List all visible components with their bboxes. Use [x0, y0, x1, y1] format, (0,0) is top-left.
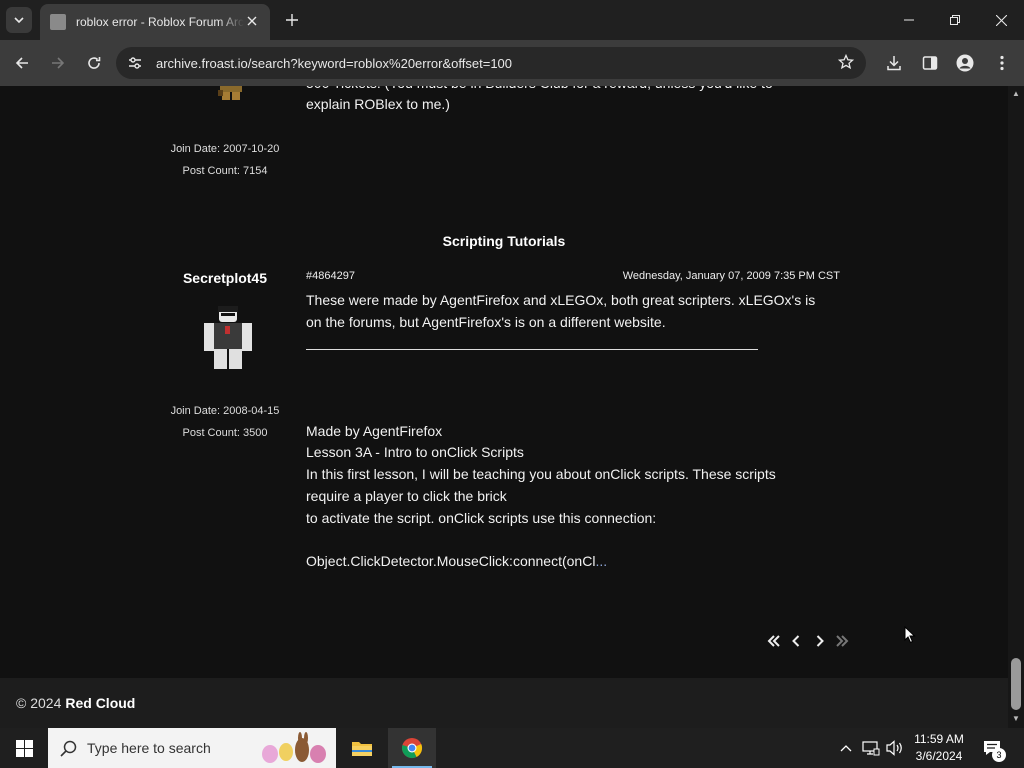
post-username[interactable]: Secretplot45	[160, 270, 290, 286]
read-more-ellipsis[interactable]: ...	[595, 553, 607, 569]
show-hidden-icons-button[interactable]	[836, 728, 856, 768]
restore-button[interactable]	[932, 6, 978, 34]
search-placeholder: Type here to search	[87, 740, 211, 756]
scrollbar-thumb[interactable]	[1011, 658, 1021, 710]
chevron-left-icon	[792, 635, 800, 647]
network-button[interactable]	[860, 728, 882, 768]
chrome-taskbar-button[interactable]	[388, 728, 436, 768]
post-join-date: Join Date: 2008-04-15	[170, 405, 280, 417]
post-body-line: to activate the script. onClick scripts …	[306, 510, 657, 526]
mouse-cursor-icon	[904, 626, 916, 644]
plus-icon	[286, 14, 298, 26]
page-viewport: 500 Tickets. (You must be in Builders Cl…	[0, 86, 1008, 728]
double-chevron-right-icon	[836, 635, 849, 647]
file-explorer-taskbar-button[interactable]	[338, 728, 386, 768]
bookmark-star-button[interactable]	[837, 53, 855, 75]
post-body-last-line: Object.ClickDetector.MouseClick:connect(…	[306, 550, 836, 572]
download-icon	[887, 56, 901, 71]
page-favicon-icon	[50, 14, 66, 30]
taskbar-search-box[interactable]: Type here to search	[48, 728, 336, 768]
chevron-up-icon	[840, 745, 852, 752]
previous-post-text-line2: explain ROBlex to me.)	[306, 96, 450, 112]
post-body-line: Made by AgentFirefox	[306, 423, 443, 439]
minimize-button[interactable]	[886, 6, 932, 34]
user-avatar-previous	[218, 86, 242, 100]
start-button[interactable]	[0, 728, 48, 768]
chrome-icon	[402, 738, 423, 759]
windows-taskbar: Type here to search 11:59 AM 3/6/2024 3	[0, 728, 1024, 768]
close-window-button[interactable]	[978, 6, 1024, 34]
tab-close-button[interactable]	[244, 13, 260, 31]
downloads-button[interactable]	[883, 52, 905, 74]
clock-date: 3/6/2024	[915, 749, 963, 763]
tab-title: roblox error - Roblox Forum Archive	[76, 15, 244, 29]
side-panel-button[interactable]	[919, 52, 941, 74]
post-body-truncated-text: Object.ClickDetector.MouseClick:connect(…	[306, 553, 596, 569]
side-panel-icon	[922, 56, 938, 70]
tab-search-button[interactable]	[6, 7, 32, 33]
forum-page: 500 Tickets. (You must be in Builders Cl…	[0, 86, 1008, 678]
browser-tab[interactable]: roblox error - Roblox Forum Archive	[40, 4, 270, 40]
search-icon	[60, 740, 77, 757]
post-divider	[306, 349, 758, 350]
notification-count-badge: 3	[992, 748, 1006, 762]
page-scrollbar[interactable]: ▲ ▼	[1008, 86, 1024, 728]
tune-icon	[129, 57, 141, 69]
post-intro-line1: These were made by AgentFirefox and xLEG…	[306, 292, 816, 308]
post-body-line: In this first lesson, I will be teaching…	[306, 466, 776, 482]
arrow-left-icon	[15, 57, 28, 69]
site-info-button[interactable]	[124, 52, 146, 74]
double-chevron-left-icon	[767, 635, 780, 647]
close-icon	[995, 14, 1007, 26]
chevron-right-icon	[816, 635, 824, 647]
thread-title[interactable]: Scripting Tutorials	[0, 233, 1008, 249]
restore-icon	[950, 15, 960, 25]
post-id: #4864297	[306, 270, 355, 282]
post-count: Post Count: 3500	[182, 427, 268, 439]
easter-eggs-highlight-icon	[262, 732, 326, 763]
post-intro-line2: on the forums, but AgentFirefox's is on …	[306, 314, 666, 330]
user-avatar	[204, 306, 252, 369]
speaker-icon	[886, 740, 902, 756]
network-icon	[862, 741, 880, 756]
profile-icon	[956, 54, 974, 72]
next-page-button[interactable]	[811, 632, 829, 650]
more-vertical-icon	[1000, 55, 1004, 71]
scroll-up-arrow-icon[interactable]: ▲	[1012, 90, 1020, 98]
forward-button[interactable]	[45, 50, 71, 76]
previous-post-count: Post Count: 7154	[182, 165, 268, 177]
footer-copyright: © 2024	[16, 695, 62, 711]
post-body-line: Lesson 3A - Intro to onClick Scripts	[306, 444, 524, 460]
reload-button[interactable]	[81, 50, 107, 76]
volume-button[interactable]	[884, 728, 906, 768]
minimize-icon	[904, 19, 914, 21]
site-footer: © 2024 Red Cloud	[0, 678, 1008, 728]
chevron-down-icon	[14, 17, 24, 24]
new-tab-button[interactable]	[280, 8, 304, 32]
close-icon	[247, 16, 257, 26]
clock-time: 11:59 AM	[914, 732, 964, 746]
footer-brand: Red Cloud	[65, 695, 136, 711]
url-text: archive.froast.io/search?keyword=roblox%…	[156, 55, 513, 71]
browser-toolbar: archive.froast.io/search?keyword=roblox%…	[0, 40, 1024, 86]
star-icon	[837, 53, 855, 70]
post-body-line: require a player to click the brick	[306, 488, 507, 504]
browser-tabstrip: roblox error - Roblox Forum Archive	[0, 0, 1024, 40]
profile-button[interactable]	[954, 52, 976, 74]
last-page-button[interactable]	[833, 632, 851, 650]
folder-icon	[352, 742, 372, 756]
browser-menu-button[interactable]	[991, 52, 1013, 74]
previous-join-date: Join Date: 2007-10-20	[170, 143, 280, 155]
back-button[interactable]	[9, 50, 35, 76]
taskbar-clock[interactable]: 11:59 AM 3/6/2024	[904, 731, 974, 765]
scroll-down-arrow-icon[interactable]: ▼	[1012, 715, 1020, 723]
address-bar[interactable]: archive.froast.io/search?keyword=roblox%…	[116, 47, 866, 79]
windows-logo-icon	[15, 739, 33, 757]
post-date: Wednesday, January 07, 2009 7:35 PM CST	[622, 270, 840, 282]
reload-icon	[88, 57, 101, 69]
first-page-button[interactable]	[765, 632, 783, 650]
arrow-right-icon	[52, 57, 65, 69]
previous-page-button[interactable]	[787, 632, 805, 650]
